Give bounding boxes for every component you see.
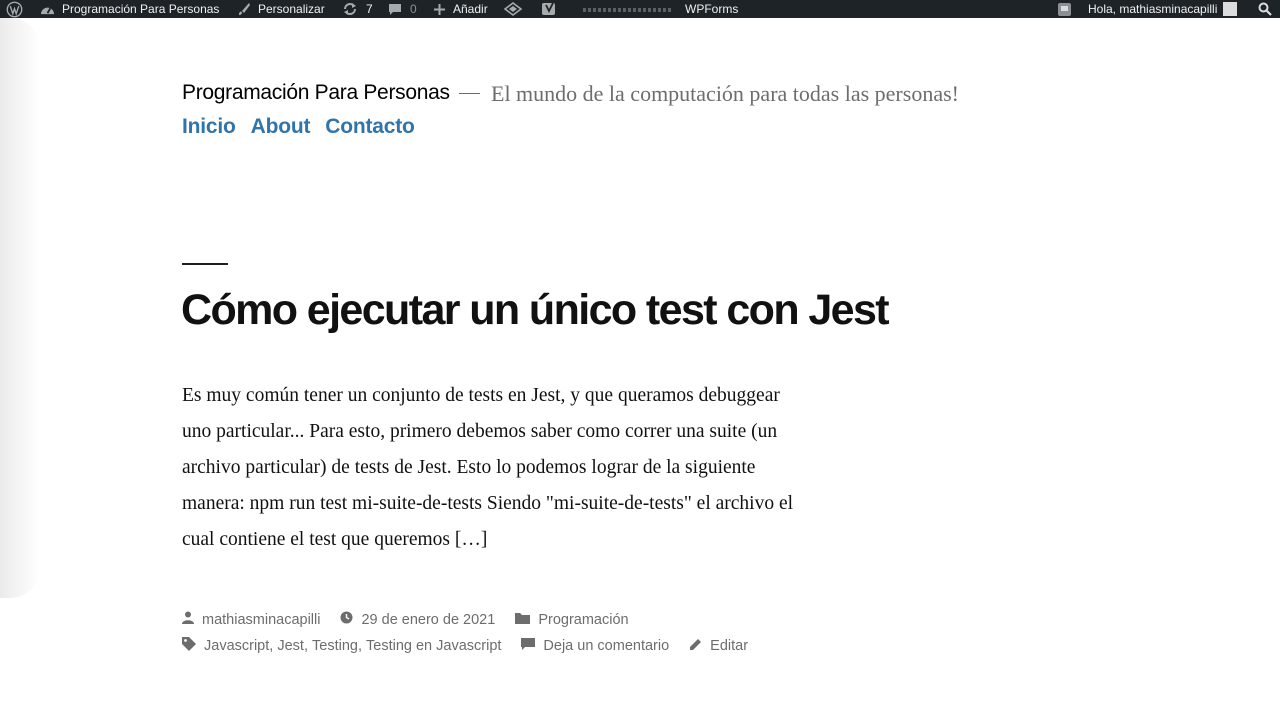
author-link[interactable]: mathiasminacapilli [202,612,320,628]
notification-icon[interactable] [1057,0,1072,18]
wpforms-link[interactable]: WPForms [685,0,738,18]
nav-item-about[interactable]: About [251,115,311,139]
site-menu[interactable]: Programación Para Personas [40,0,219,18]
post-title[interactable]: Cómo ejecutar un único test con Jest [181,286,890,335]
title-separator [459,93,480,94]
post-tags: Javascript, Jest, Testing, Testing en Ja… [182,637,501,655]
admin-bar: Programación Para Personas Personalizar … [0,0,1280,18]
updates-count: 7 [366,2,373,16]
add-new-label: Añadir [453,2,488,16]
add-new-link[interactable]: Añadir [433,0,488,18]
tag-icon [182,637,204,655]
comment-bubble-icon [388,3,402,16]
dashboard-icon [40,3,55,16]
post-date: 29 de enero de 2021 [340,611,495,628]
updates-link[interactable]: 7 [342,0,373,18]
nav-item-contacto[interactable]: Contacto [325,115,415,139]
post-edit: Editar [689,638,748,655]
post-meta-secondary: Javascript, Jest, Testing, Testing en Ja… [182,637,768,655]
avatar [1223,2,1238,16]
user-icon [182,611,202,628]
folder-icon [515,612,538,628]
post-separator [182,263,228,265]
comment-link[interactable]: Deja un comentario [543,638,669,654]
updates-icon [342,2,358,16]
date-link[interactable]: 29 de enero de 2021 [361,612,495,628]
post-comments: Deja un comentario [521,637,669,655]
tag-link[interactable]: Testing [312,638,358,654]
comment-icon [521,637,543,655]
post-meta-primary: mathiasminacapilli 29 de enero de 2021 P… [182,611,649,628]
tag-link[interactable]: Javascript [204,638,269,654]
customize-link[interactable]: Personalizar [237,0,325,18]
comments-link[interactable]: 0 [388,0,417,18]
tag-link[interactable]: Jest [277,638,304,654]
comments-count: 0 [410,2,417,16]
wordpress-logo-icon[interactable] [6,0,23,18]
post-excerpt: Es muy común tener un conjunto de tests … [182,385,794,550]
nav-item-inicio[interactable]: Inicio [182,115,236,139]
my-account-menu[interactable]: Hola, mathiasminacapilli [1088,0,1238,18]
wpforms-label: WPForms [685,2,739,16]
site-name: Programación Para Personas [62,2,220,16]
obscured-menu-item [583,8,671,12]
pencil-icon [689,638,710,655]
brush-icon [237,2,251,16]
post-category: Programación [515,612,629,628]
post-author: mathiasminacapilli [182,611,320,628]
yoast-icon[interactable] [541,0,558,18]
tag-link[interactable]: Testing en Javascript [366,638,501,654]
customize-label: Personalizar [258,2,325,16]
edit-link[interactable]: Editar [710,638,748,654]
clock-icon [340,611,361,628]
page-edge-shadow [0,18,40,598]
diamond-plugin-icon[interactable] [504,0,522,18]
category-link[interactable]: Programación [538,612,628,628]
greeting-text: Hola, mathiasminacapilli [1088,2,1218,16]
primary-nav: Inicio About Contacto [182,115,415,139]
search-icon[interactable] [1258,0,1272,18]
plus-icon [433,3,446,16]
site-tagline: El mundo de la computación para todas la… [491,81,959,106]
site-title[interactable]: Programación Para Personas [182,81,450,105]
